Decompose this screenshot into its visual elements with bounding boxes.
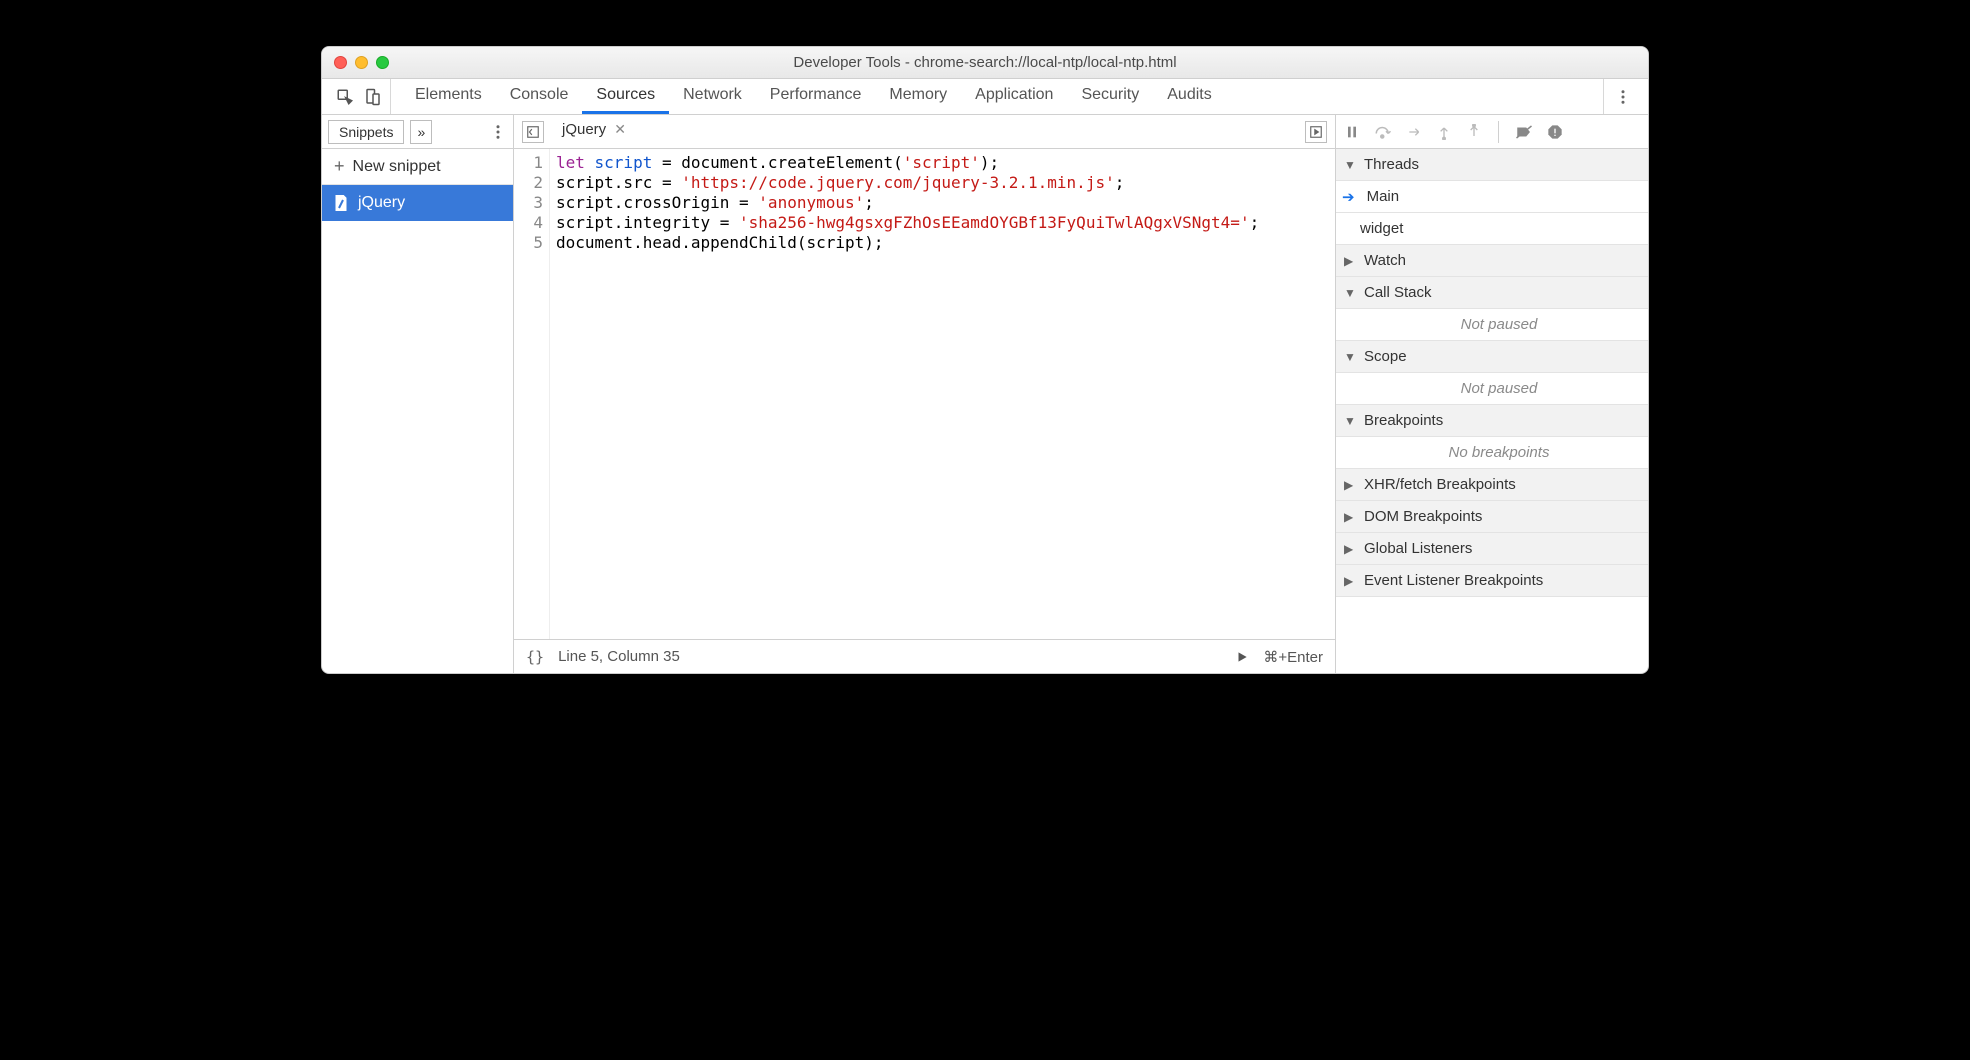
panel-tab-application[interactable]: Application [961, 79, 1067, 114]
section-dom-breakpoints[interactable]: ▶DOM Breakpoints [1336, 501, 1648, 533]
play-icon[interactable] [1235, 650, 1249, 664]
cursor-position: Line 5, Column 35 [558, 648, 680, 665]
panel-tab-network[interactable]: Network [669, 79, 756, 114]
file-tab-label: jQuery [562, 121, 606, 138]
disclosure-icon: ▼ [1344, 350, 1358, 364]
section-xhr-breakpoints[interactable]: ▶XHR/fetch Breakpoints [1336, 469, 1648, 501]
titlebar: Developer Tools - chrome-search://local-… [322, 47, 1648, 79]
minimize-window-button[interactable] [355, 56, 368, 69]
section-global-listeners[interactable]: ▶Global Listeners [1336, 533, 1648, 565]
pause-icon[interactable] [1344, 124, 1360, 140]
section-callstack[interactable]: ▼Call Stack [1336, 277, 1648, 309]
new-snippet-button[interactable]: + New snippet [322, 149, 513, 185]
editor-pane: jQuery ✕ 12345 let script = document.cre… [514, 115, 1336, 673]
snippet-item[interactable]: jQuery [322, 185, 513, 221]
navigator-sidebar: Snippets » + New snippet jQuery [322, 115, 514, 673]
thread-row[interactable]: ➔Main [1336, 181, 1648, 213]
nav-history-button[interactable] [522, 121, 544, 143]
deactivate-breakpoints-icon[interactable] [1515, 124, 1533, 140]
panel-tab-performance[interactable]: Performance [756, 79, 876, 114]
new-snippet-label: New snippet [353, 158, 441, 176]
snippet-file-icon [334, 195, 348, 211]
plus-icon: + [334, 156, 345, 177]
panel-tab-elements[interactable]: Elements [401, 79, 496, 114]
disclosure-icon: ▼ [1344, 414, 1358, 428]
panel-tab-console[interactable]: Console [496, 79, 583, 114]
section-empty: Not paused [1336, 309, 1648, 341]
close-tab-icon[interactable]: ✕ [614, 121, 626, 138]
pause-on-exceptions-icon[interactable] [1547, 124, 1563, 140]
panel-tab-audits[interactable]: Audits [1153, 79, 1225, 114]
kebab-menu-icon[interactable] [1614, 88, 1632, 106]
debugger-toolbar [1336, 115, 1648, 149]
panel-tab-sources[interactable]: Sources [582, 79, 669, 114]
section-empty: Not paused [1336, 373, 1648, 405]
section-breakpoints[interactable]: ▼Breakpoints [1336, 405, 1648, 437]
disclosure-icon: ▶ [1344, 254, 1358, 268]
editor-tabbar: jQuery ✕ [514, 115, 1335, 149]
navigator-overflow-button[interactable]: » [410, 120, 432, 144]
sources-content: Snippets » + New snippet jQuery [322, 115, 1648, 673]
zoom-window-button[interactable] [376, 56, 389, 69]
disclosure-icon: ▼ [1344, 158, 1358, 172]
device-mode-icon[interactable] [364, 88, 382, 106]
traffic-lights [322, 56, 389, 69]
run-shortcut-hint: ⌘+Enter [1263, 648, 1323, 666]
code-editor[interactable]: 12345 let script = document.createElemen… [514, 149, 1335, 639]
snippet-item-label: jQuery [358, 194, 405, 212]
section-event-listener-breakpoints[interactable]: ▶Event Listener Breakpoints [1336, 565, 1648, 597]
step-out-icon[interactable] [1436, 124, 1452, 140]
disclosure-icon: ▶ [1344, 574, 1358, 588]
run-panel-button[interactable] [1305, 121, 1327, 143]
disclosure-icon: ▶ [1344, 478, 1358, 492]
panel-tab-memory[interactable]: Memory [875, 79, 961, 114]
panel-tab-security[interactable]: Security [1067, 79, 1153, 114]
devtools-window: Developer Tools - chrome-search://local-… [321, 46, 1649, 674]
step-over-icon[interactable] [1374, 124, 1392, 140]
navigator-tabbar: Snippets » [322, 115, 513, 149]
editor-statusbar: {} Line 5, Column 35 ⌘+Enter [514, 639, 1335, 673]
thread-row[interactable]: widget [1336, 213, 1648, 245]
section-threads[interactable]: ▼Threads [1336, 149, 1648, 181]
disclosure-icon: ▼ [1344, 286, 1358, 300]
navigator-tab-snippets[interactable]: Snippets [328, 120, 404, 144]
section-scope[interactable]: ▼Scope [1336, 341, 1648, 373]
navigator-more-icon[interactable] [489, 123, 507, 141]
window-title: Developer Tools - chrome-search://local-… [322, 54, 1648, 71]
inspect-element-icon[interactable] [336, 88, 354, 106]
code-area[interactable]: let script = document.createElement('scr… [550, 149, 1259, 639]
step-into-icon[interactable] [1406, 124, 1422, 140]
panel-tabbar: ElementsConsoleSourcesNetworkPerformance… [322, 79, 1648, 115]
pretty-print-icon[interactable]: {} [526, 648, 544, 666]
section-empty: No breakpoints [1336, 437, 1648, 469]
line-gutter: 12345 [514, 149, 550, 639]
section-watch[interactable]: ▶Watch [1336, 245, 1648, 277]
close-window-button[interactable] [334, 56, 347, 69]
file-tab[interactable]: jQuery ✕ [552, 117, 636, 146]
current-thread-icon: ➔ [1342, 188, 1355, 206]
debugger-pane: ▼Threads➔Mainwidget▶Watch▼Call StackNot … [1336, 115, 1648, 673]
step-icon[interactable] [1466, 124, 1482, 140]
disclosure-icon: ▶ [1344, 510, 1358, 524]
disclosure-icon: ▶ [1344, 542, 1358, 556]
